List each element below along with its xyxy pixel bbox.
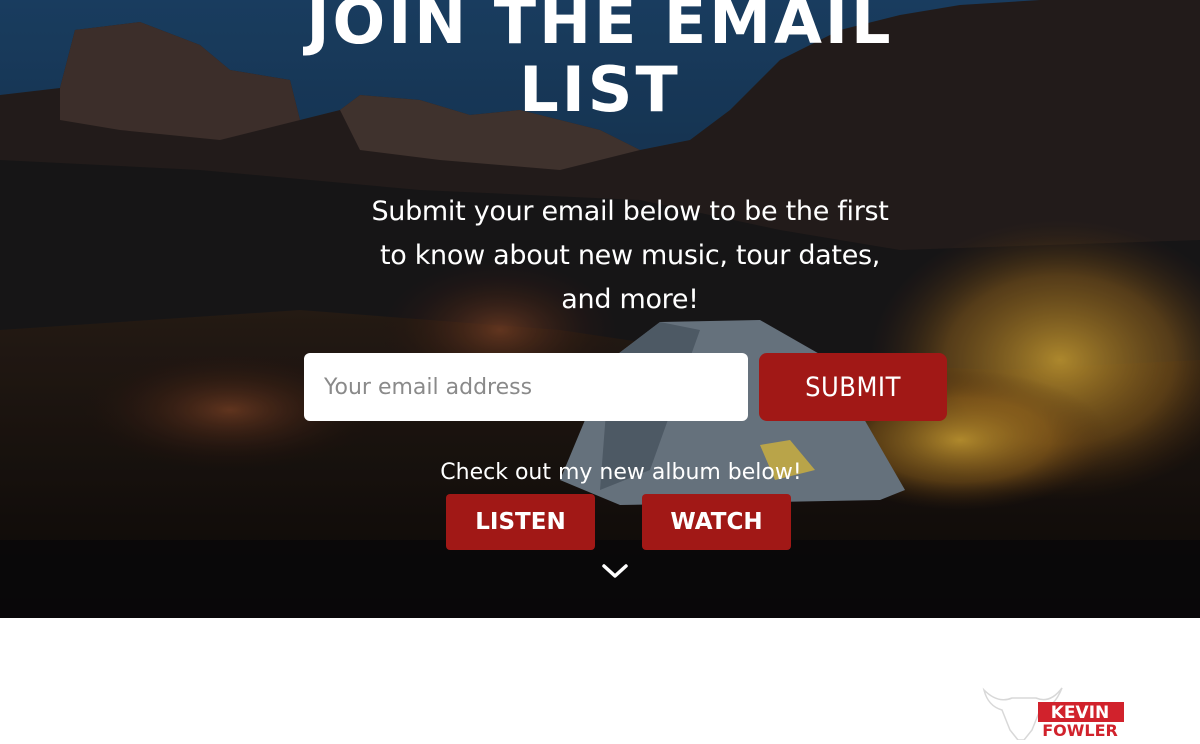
page-title: JOIN THE EMAIL LIST: [0, 0, 1200, 124]
email-field[interactable]: [304, 353, 748, 421]
listen-button[interactable]: LISTEN: [446, 494, 595, 550]
album-prompt: Check out my new album below!: [440, 460, 802, 485]
page-title-line-2: LIST: [519, 53, 681, 126]
bull-skull-icon: KEVIN FOWLER: [982, 687, 1124, 741]
chevron-down-icon[interactable]: [601, 562, 629, 580]
logo-text-line-1: KEVIN: [1051, 703, 1110, 723]
signup-description: Submit your email below to be the first …: [371, 196, 889, 315]
hero-section: JOIN THE EMAIL LIST Submit your email be…: [0, 0, 1200, 618]
page-title-line-1: JOIN THE EMAIL: [306, 0, 894, 58]
logo-text-line-2: FOWLER: [1042, 721, 1118, 740]
watch-button[interactable]: WATCH: [642, 494, 791, 550]
brand-logo[interactable]: KEVIN FOWLER: [978, 684, 1128, 741]
submit-button[interactable]: SUBMIT: [759, 353, 947, 421]
